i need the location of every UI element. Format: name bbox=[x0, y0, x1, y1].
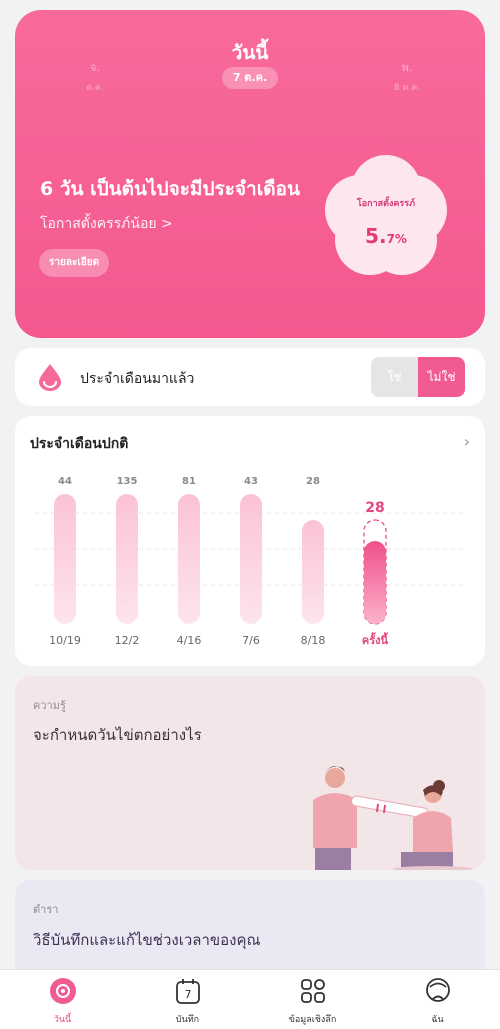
period-arrived-toggle: ใช่ ไม่ใช่ bbox=[371, 357, 465, 397]
calendar-7-icon: 7 bbox=[175, 979, 200, 1004]
bar-category-label: 4/16 bbox=[177, 634, 202, 647]
tab-insights[interactable]: ข้อมูลเชิงลึก bbox=[250, 970, 375, 1029]
bar-value-label: 135 bbox=[117, 476, 138, 487]
bar-value-label: 81 bbox=[182, 476, 196, 487]
bar-category-label: 7/6 bbox=[242, 634, 260, 647]
tips-title: วิธีบันทึกและแก้ไขช่วงเวลาของคุณ bbox=[33, 931, 261, 949]
cycle-chart-title: ประจำเดือนปกติ bbox=[30, 436, 129, 452]
cycle-bar[interactable] bbox=[178, 494, 200, 624]
tips-tag: ตำรา bbox=[33, 903, 59, 916]
tab-label-log: บันทึก bbox=[175, 1015, 200, 1025]
cycle-length-chart: 44 10/19 135 12/2 81 4/16 43 7/6 28 8/18 28 ครั้งนี… bbox=[35, 476, 465, 647]
period-drop-icon bbox=[39, 364, 61, 391]
calendar-day-number: 7 bbox=[184, 988, 191, 1001]
bottom-tab-bar: วันนี้ 7 บันทึก ข้อมูลเชิงลึก ฉัน bbox=[0, 969, 500, 1029]
knowledge-title: จะกำหนดวันไข่ตกอย่างไร bbox=[33, 726, 202, 744]
pregnancy-chance-link[interactable]: โอกาสตั้งครรภ์น้อย > bbox=[40, 213, 173, 235]
details-button[interactable]: รายละเอียด bbox=[39, 249, 110, 277]
tab-today[interactable]: วันนี้ bbox=[0, 970, 125, 1029]
tab-label-today: วันนี้ bbox=[53, 1015, 72, 1025]
bar-value-label: 44 bbox=[58, 476, 72, 487]
bar-category-label: 10/19 bbox=[49, 634, 81, 647]
bar-category-label: 12/2 bbox=[115, 634, 140, 647]
pregnancy-chance-value: 5.7% bbox=[325, 224, 447, 248]
couple-illustration bbox=[313, 766, 473, 870]
pregnancy-chance-badge[interactable] bbox=[325, 155, 447, 277]
knowledge-tag: ความรู้ bbox=[33, 699, 66, 712]
next-day-date: 8 ต.ค. bbox=[393, 83, 421, 93]
cycle-bar[interactable] bbox=[302, 520, 324, 624]
today-date-pill[interactable]: 7 ต.ค. bbox=[222, 67, 278, 89]
next-day-name: พ. bbox=[401, 61, 413, 74]
chevron-right-icon[interactable]: › bbox=[464, 432, 470, 451]
bar-value-label: 43 bbox=[244, 476, 258, 487]
bar-category-label: 8/18 bbox=[301, 634, 326, 647]
period-arrived-card: ประจำเดือนมาแล้ว ใช่ ไม่ใช่ bbox=[15, 348, 485, 406]
yes-option[interactable]: ใช่ bbox=[371, 357, 418, 397]
no-option[interactable]: ไม่ใช่ bbox=[418, 357, 465, 397]
cycle-bar[interactable] bbox=[240, 494, 262, 624]
pregnancy-chance-decimal: 7% bbox=[386, 232, 407, 246]
knowledge-card[interactable]: ความรู้ จะกำหนดวันไข่ตกอย่างไร bbox=[15, 676, 485, 870]
profile-icon bbox=[425, 978, 450, 1002]
pregnancy-chance-integer: 5. bbox=[365, 224, 387, 248]
pregnancy-chance-label: โอกาสตั้งครรภ์ bbox=[356, 199, 416, 209]
cycle-chart-card[interactable]: ประจำเดือนปกติ › 44 10/19 135 12/2 81 4/16 43 7… bbox=[15, 416, 485, 666]
previous-day-date: ต.ค. bbox=[86, 83, 104, 93]
tab-log[interactable]: 7 บันทึก bbox=[125, 970, 250, 1029]
bar-category-label: ครั้งนี้ bbox=[362, 632, 389, 647]
tab-me[interactable]: ฉัน bbox=[375, 970, 500, 1029]
period-countdown: 6 วัน เป็นต้นไปจะมีประจำเดือน bbox=[40, 178, 300, 200]
next-day[interactable]: พ. 8 ต.ค. bbox=[387, 58, 427, 94]
grid-icon bbox=[300, 979, 325, 1003]
cycle-bar[interactable] bbox=[116, 494, 138, 624]
bar-value-label: 28 bbox=[365, 500, 384, 516]
today-icon bbox=[49, 978, 76, 1004]
cycle-bar[interactable] bbox=[54, 494, 76, 624]
bar-value-label: 28 bbox=[306, 476, 320, 487]
current-cycle-bar[interactable] bbox=[364, 541, 386, 624]
tab-label-me: ฉัน bbox=[431, 1015, 444, 1025]
tab-label-insights: ข้อมูลเชิงลึก bbox=[288, 1015, 337, 1025]
period-arrived-label: ประจำเดือนมาแล้ว bbox=[80, 371, 195, 387]
